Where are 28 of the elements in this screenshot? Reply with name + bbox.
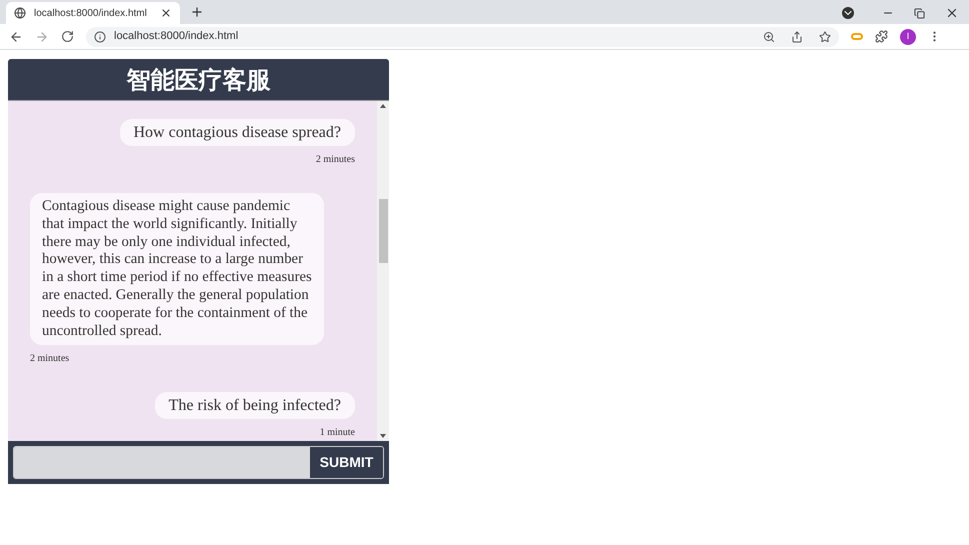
share-icon[interactable] xyxy=(791,30,803,42)
bot-message-bubble: Contagious disease might cause pandemic that impact the world significantly. Initially there may be only one individual infected, however, this can increase to a large number in a short time period if no effective measures are enacted. Generally the general population needs to cooperate for the containment of the uncontrolled spread. xyxy=(30,193,324,346)
tab-search-icon[interactable] xyxy=(842,7,854,19)
restore-icon[interactable] xyxy=(914,8,925,18)
message-time: 2 minutes xyxy=(316,153,355,167)
user-message-bubble: How contagious disease spread? xyxy=(120,119,355,146)
user-message-bubble: The risk of being infected? xyxy=(154,392,355,420)
browser-tab[interactable]: localhost:8000/index.html xyxy=(6,2,180,24)
message-time: 1 minute xyxy=(320,426,355,440)
scroll-up-icon[interactable] xyxy=(380,104,386,108)
chat-title: 智能医疗客服 xyxy=(126,64,270,96)
message-time: 2 minutes xyxy=(30,352,70,366)
url-text: localhost:8000/index.html xyxy=(114,29,240,44)
tab-title: localhost:8000/index.html xyxy=(34,6,148,20)
puzzle-icon[interactable] xyxy=(875,30,888,43)
info-icon[interactable] xyxy=(94,30,106,42)
star-icon[interactable] xyxy=(819,30,831,42)
scrollbar-thumb[interactable] xyxy=(378,199,388,263)
profile-avatar[interactable]: I xyxy=(900,28,916,44)
back-icon[interactable] xyxy=(9,30,23,44)
close-icon[interactable] xyxy=(160,7,172,19)
close-window-icon[interactable] xyxy=(945,6,959,20)
address-bar[interactable]: localhost:8000/index.html xyxy=(86,26,839,46)
scrollbar[interactable] xyxy=(377,101,389,441)
zoom-icon[interactable] xyxy=(763,30,775,42)
new-tab-icon[interactable] xyxy=(190,5,204,19)
reload-icon[interactable] xyxy=(61,30,74,43)
globe-icon xyxy=(14,7,26,19)
